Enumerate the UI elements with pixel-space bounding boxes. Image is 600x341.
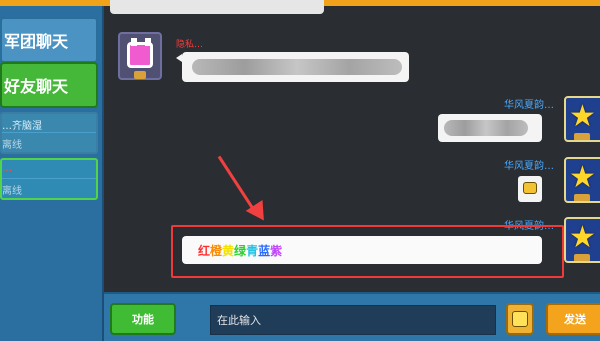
star-avatar[interactable]: ★ (564, 157, 600, 203)
friend-list-item[interactable]: …齐脑湿 离线 (0, 112, 98, 154)
message-bubble-blurred (438, 114, 542, 142)
tab-friend-chat[interactable]: 好友聊天 (0, 62, 98, 108)
emoji-button[interactable] (506, 303, 534, 335)
emoji-face-icon (523, 182, 537, 194)
level-badge (574, 254, 590, 261)
blurred-text (444, 120, 528, 136)
sender-name: 隐私… (176, 40, 204, 50)
tab-label: 军团聊天 (4, 32, 69, 51)
sender-name: 华风夏韵… (504, 161, 554, 172)
sender-name: 华风夏韵… (504, 100, 554, 111)
divider (2, 178, 96, 179)
star-avatar[interactable]: ★ (564, 217, 600, 263)
previous-message-bubble (110, 0, 324, 14)
level-badge (134, 71, 146, 79)
message-bubble-blurred (182, 52, 409, 82)
friend-list-item-selected[interactable]: … 离线 (0, 158, 98, 200)
star-icon: ★ (569, 160, 596, 195)
level-badge (574, 194, 590, 201)
highlight-box (171, 225, 564, 278)
friend-status: 离线 (2, 186, 22, 197)
message-input[interactable] (210, 305, 496, 335)
level-badge (574, 133, 590, 140)
star-icon: ★ (569, 99, 596, 134)
bunny-ear-icon (145, 38, 151, 46)
tab-label: 好友聊天 (4, 77, 69, 96)
sidebar: 军团聊天 好友聊天 …齐脑湿 离线 … 离线 (0, 6, 104, 341)
tab-legion-chat[interactable]: 军团聊天 (0, 17, 98, 63)
friend-name: …齐脑湿 (2, 121, 42, 132)
function-button-label: 功能 (132, 313, 154, 326)
friend-name: … (2, 163, 12, 174)
blurred-text (192, 59, 402, 75)
star-icon: ★ (569, 220, 596, 255)
friend-status: 离线 (2, 140, 22, 151)
send-button[interactable]: 发送 (546, 303, 600, 335)
bunny-ear-icon (131, 38, 137, 46)
star-avatar[interactable]: ★ (564, 96, 600, 142)
function-button[interactable]: 功能 (110, 303, 176, 335)
bunny-avatar[interactable] (118, 32, 162, 80)
send-button-label: 发送 (564, 313, 586, 326)
divider (2, 132, 96, 133)
smiley-icon (512, 311, 528, 327)
emoji-message (518, 176, 542, 202)
